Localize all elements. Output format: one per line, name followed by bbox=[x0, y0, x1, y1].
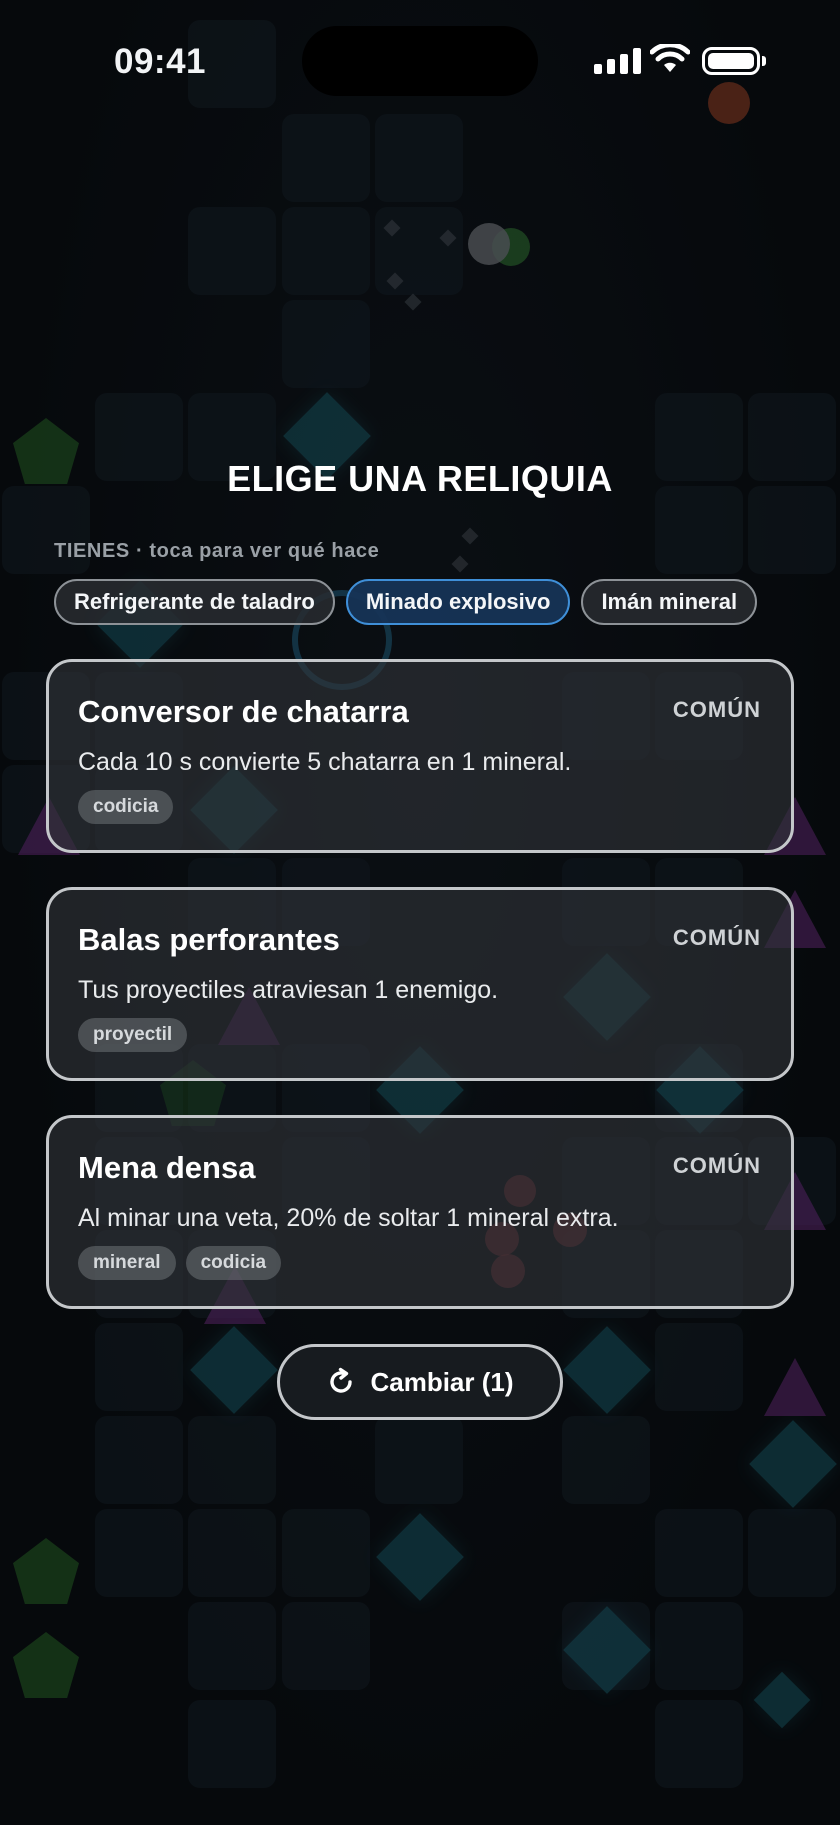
relic-tags: mineral codicia bbox=[78, 1246, 282, 1280]
relic-choice-card[interactable]: Mena densa COMÚN Al minar una veta, 20% … bbox=[46, 1115, 794, 1309]
battery-tip bbox=[762, 56, 766, 66]
relic-description: Cada 10 s convierte 5 chatarra en 1 mine… bbox=[78, 748, 572, 776]
battery-icon bbox=[702, 47, 760, 75]
game-screen: 09:41 ELIGE UNA RELIQUIA TIENES · toca p… bbox=[0, 0, 840, 1825]
relic-tags: proyectil bbox=[78, 1018, 188, 1052]
relic-choice-card[interactable]: Balas perforantes COMÚN Tus proyectiles … bbox=[46, 887, 794, 1081]
refresh-icon bbox=[326, 1367, 356, 1397]
owned-relics-list: Refrigerante de taladro Minado explosivo… bbox=[54, 579, 758, 625]
owned-relic-pill-selected[interactable]: Minado explosivo bbox=[345, 579, 571, 625]
relic-choice-card[interactable]: Conversor de chatarra COMÚN Cada 10 s co… bbox=[46, 659, 794, 853]
reroll-button[interactable]: Cambiar (1) bbox=[277, 1344, 563, 1420]
relic-tag: proyectil bbox=[78, 1018, 188, 1052]
screen-title: ELIGE UNA RELIQUIA bbox=[227, 458, 613, 499]
relic-description: Al minar una veta, 20% de soltar 1 miner… bbox=[78, 1204, 619, 1232]
owned-relics-caption: TIENES · toca para ver qué hace bbox=[54, 540, 380, 562]
relic-name: Conversor de chatarra bbox=[78, 694, 409, 729]
relic-rarity: COMÚN bbox=[672, 697, 761, 722]
wifi-icon bbox=[650, 44, 690, 72]
dynamic-island bbox=[302, 26, 538, 96]
relic-rarity: COMÚN bbox=[672, 1153, 761, 1178]
relic-description: Tus proyectiles atraviesan 1 enemigo. bbox=[78, 976, 499, 1004]
relic-tags: codicia bbox=[78, 790, 174, 824]
relic-tag: mineral bbox=[78, 1246, 176, 1280]
relic-tag: codicia bbox=[185, 1246, 282, 1280]
status-bar: 09:41 bbox=[0, 0, 840, 120]
relic-name: Mena densa bbox=[78, 1150, 256, 1185]
relic-rarity: COMÚN bbox=[672, 925, 761, 950]
owned-relic-pill[interactable]: Refrigerante de taladro bbox=[54, 579, 335, 625]
relic-name: Balas perforantes bbox=[78, 922, 340, 957]
relic-tag: codicia bbox=[78, 790, 174, 824]
owned-relic-pill[interactable]: Imán mineral bbox=[581, 579, 758, 625]
cellular-signal-icon bbox=[594, 48, 641, 74]
status-clock: 09:41 bbox=[114, 42, 207, 81]
reroll-label: Cambiar (1) bbox=[370, 1366, 514, 1397]
